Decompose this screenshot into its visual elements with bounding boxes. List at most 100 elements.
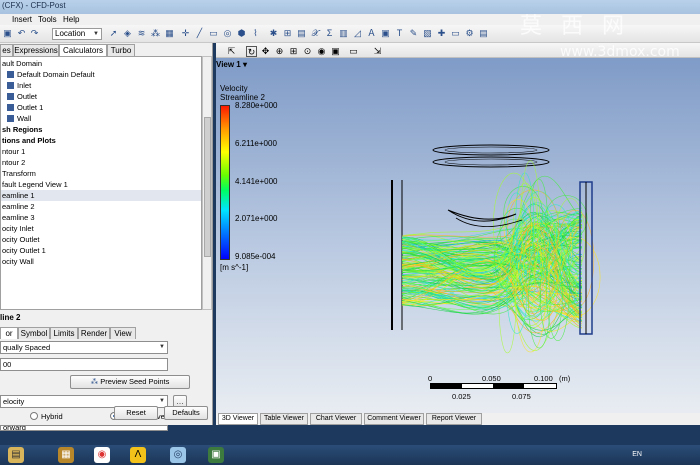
tree-item[interactable]: eamline 2 <box>1 201 201 212</box>
rotate-icon[interactable]: ↻ <box>246 46 257 57</box>
tree-item-label: Inlet <box>17 81 32 90</box>
menu-tools[interactable]: Tools <box>38 15 57 24</box>
viewport-layout-icon[interactable]: ▭ <box>348 46 359 57</box>
probe-icon[interactable]: ✎ <box>408 28 419 39</box>
defaults-button[interactable]: Defaults <box>164 406 208 420</box>
legend-icon[interactable]: ▧ <box>422 28 433 39</box>
tab-calculators[interactable]: Calculators <box>59 44 107 56</box>
tree-item[interactable]: Transform <box>1 168 201 179</box>
plane-icon[interactable]: ▭ <box>208 28 219 39</box>
location-dropdown[interactable]: Location ▼ <box>52 28 102 40</box>
vector-icon[interactable]: ➚ <box>108 28 119 39</box>
ruler-icon[interactable]: ▭ <box>450 28 461 39</box>
ansys-icon[interactable]: Λ <box>130 447 146 463</box>
tab-symbol[interactable]: Symbol <box>18 327 50 339</box>
streamline-icon[interactable]: ≋ <box>136 28 147 39</box>
table-icon[interactable]: ▥ <box>338 28 349 39</box>
tree-item[interactable]: sh Regions <box>1 124 201 135</box>
menu-insert[interactable]: Insert <box>12 15 32 24</box>
tree-item[interactable]: ocity Inlet <box>1 223 201 234</box>
tree-item[interactable]: ntour 2 <box>1 157 201 168</box>
select-icon[interactable]: ⇱ <box>226 46 237 57</box>
tree-item[interactable]: eamline 1 <box>1 190 201 201</box>
tab-limits[interactable]: Limits <box>50 327 78 339</box>
tree-item[interactable]: ocity Wall <box>1 256 201 267</box>
clip-plane-icon[interactable]: ⊞ <box>282 28 293 39</box>
particle-icon[interactable]: ⁂ <box>150 28 161 39</box>
tree-item[interactable]: tions and Plots <box>1 135 201 146</box>
contour-icon[interactable]: ◈ <box>122 28 133 39</box>
variable-icon[interactable]: 𝒳 <box>310 28 321 39</box>
tab-comment-viewer[interactable]: Comment Viewer <box>364 413 424 425</box>
tab-report-viewer[interactable]: Report Viewer <box>426 413 482 425</box>
point-icon[interactable]: ✛ <box>180 28 191 39</box>
tab-turbo[interactable]: Turbo <box>107 44 135 56</box>
chrome-icon[interactable]: ◉ <box>94 447 110 463</box>
tab-view[interactable]: View <box>110 327 136 339</box>
3d-viewer[interactable] <box>216 58 700 415</box>
expression-icon[interactable]: Σ <box>324 28 335 39</box>
seed-points-icon: ⁂ <box>90 377 101 386</box>
axis-icon[interactable]: ⇲ <box>372 46 383 57</box>
tree-item[interactable]: Outlet 1 <box>1 102 201 113</box>
chevron-down-icon: ▾ <box>243 60 248 69</box>
language-indicator[interactable]: EN <box>632 451 642 458</box>
tab-outline[interactable]: es <box>0 44 13 56</box>
pan-icon[interactable]: ✥ <box>260 46 271 57</box>
tree-item[interactable]: Wall <box>1 113 201 124</box>
tab-chart-viewer[interactable]: Chart Viewer <box>310 413 362 425</box>
winrar-icon[interactable]: ▦ <box>58 447 74 463</box>
fit-view-icon[interactable]: ◉ <box>316 46 327 57</box>
zoom-fit-icon[interactable]: ⊙ <box>302 46 313 57</box>
figure-icon[interactable]: ▣ <box>380 28 391 39</box>
points-input[interactable]: 00 <box>0 358 168 371</box>
line-icon[interactable]: ╱ <box>194 28 205 39</box>
tree-item[interactable]: ocity Outlet 1 <box>1 245 201 256</box>
text-icon[interactable]: T <box>394 28 405 39</box>
save-icon[interactable]: ▣ <box>2 28 13 39</box>
tree-item-label: ault Domain <box>2 59 43 68</box>
direction-select[interactable]: orward <box>0 425 168 431</box>
scale-label: 0.050 <box>482 374 501 383</box>
file-explorer-icon[interactable]: ▤ <box>8 447 24 463</box>
tree-scrollbar[interactable] <box>202 56 212 310</box>
scrollbar-thumb[interactable] <box>204 117 211 257</box>
coordinate-frame-icon[interactable]: ✚ <box>436 28 447 39</box>
tree-item[interactable]: Outlet <box>1 91 201 102</box>
zoom-icon[interactable]: ⊕ <box>274 46 285 57</box>
tree-item[interactable]: Inlet <box>1 80 201 91</box>
tree-item[interactable]: ntour 1 <box>1 146 201 157</box>
tree-item[interactable]: ault Domain <box>1 58 201 69</box>
network-icon[interactable]: ▣ <box>208 447 224 463</box>
chart-icon[interactable]: ◿ <box>352 28 363 39</box>
tab-3d-viewer[interactable]: 3D Viewer <box>218 413 258 425</box>
sampling-select[interactable]: qually Spaced ▼ <box>0 341 168 354</box>
eye-app-icon[interactable]: ◎ <box>170 447 186 463</box>
instance-transform-icon[interactable]: ✱ <box>268 28 279 39</box>
report-icon[interactable]: ▤ <box>478 28 489 39</box>
polyline-icon[interactable]: ⌇ <box>250 28 261 39</box>
reset-button[interactable]: Reset <box>114 406 158 420</box>
volume-rendering-icon[interactable]: ▦ <box>164 28 175 39</box>
tab-table-viewer[interactable]: Table Viewer <box>260 413 308 425</box>
highlight-icon[interactable]: ▣ <box>330 46 341 57</box>
redo-icon[interactable]: ↷ <box>29 28 40 39</box>
tree-item[interactable]: eamline 3 <box>1 212 201 223</box>
tree-item[interactable]: ocity Outlet <box>1 234 201 245</box>
tab-expressions[interactable]: Expressions <box>13 44 59 56</box>
macro-icon[interactable]: ⚙ <box>464 28 475 39</box>
zoom-box-icon[interactable]: ⊞ <box>288 46 299 57</box>
view-selector[interactable]: View 1 ▾ <box>216 60 247 69</box>
tree-item[interactable]: Default Domain Default <box>1 69 201 80</box>
preview-seed-points-button[interactable]: ⁂ Preview Seed Points <box>70 375 190 389</box>
tab-render[interactable]: Render <box>78 327 110 339</box>
tree-item[interactable]: fault Legend View 1 <box>1 179 201 190</box>
tab-geometry[interactable]: or <box>0 327 18 339</box>
comment-icon[interactable]: Ａ <box>366 28 377 39</box>
undo-icon[interactable]: ↶ <box>16 28 27 39</box>
volume-icon[interactable]: ⬢ <box>236 28 247 39</box>
isosurface-icon[interactable]: ◎ <box>222 28 233 39</box>
radio-hybrid[interactable]: Hybrid <box>30 412 63 422</box>
color-map-icon[interactable]: ▤ <box>296 28 307 39</box>
menu-help[interactable]: Help <box>63 15 79 24</box>
